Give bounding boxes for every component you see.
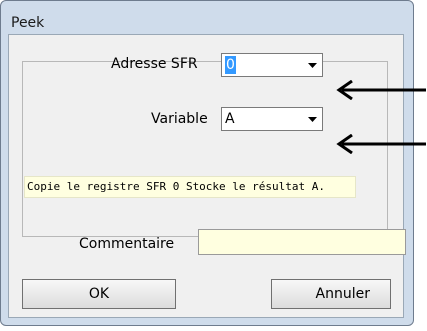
arrow-left-icon [336, 80, 426, 100]
commentaire-label: Commentaire [79, 236, 175, 252]
chevron-down-icon [308, 117, 317, 122]
adresse-sfr-value: 0 [225, 56, 236, 74]
adresse-sfr-label: Adresse SFR [111, 56, 198, 72]
ok-button[interactable]: OK [22, 279, 176, 309]
window-title: Peek [11, 15, 45, 31]
adresse-sfr-dropdown-button[interactable] [305, 55, 321, 75]
variable-value: A [225, 111, 235, 127]
annuler-button-label: Annuler [315, 286, 370, 302]
annuler-button[interactable]: Annuler [271, 279, 391, 309]
chevron-down-icon [308, 63, 317, 68]
commentaire-input[interactable] [198, 229, 406, 255]
arrow-left-icon [336, 134, 426, 154]
settings-group-box [22, 61, 388, 237]
adresse-sfr-combobox[interactable]: 0 [221, 53, 323, 77]
variable-combobox[interactable]: A [221, 107, 323, 131]
variable-label: Variable [151, 111, 208, 127]
info-description-box: Copie le registre SFR 0 Stocke le résult… [24, 176, 356, 198]
variable-dropdown-button[interactable] [305, 109, 321, 129]
